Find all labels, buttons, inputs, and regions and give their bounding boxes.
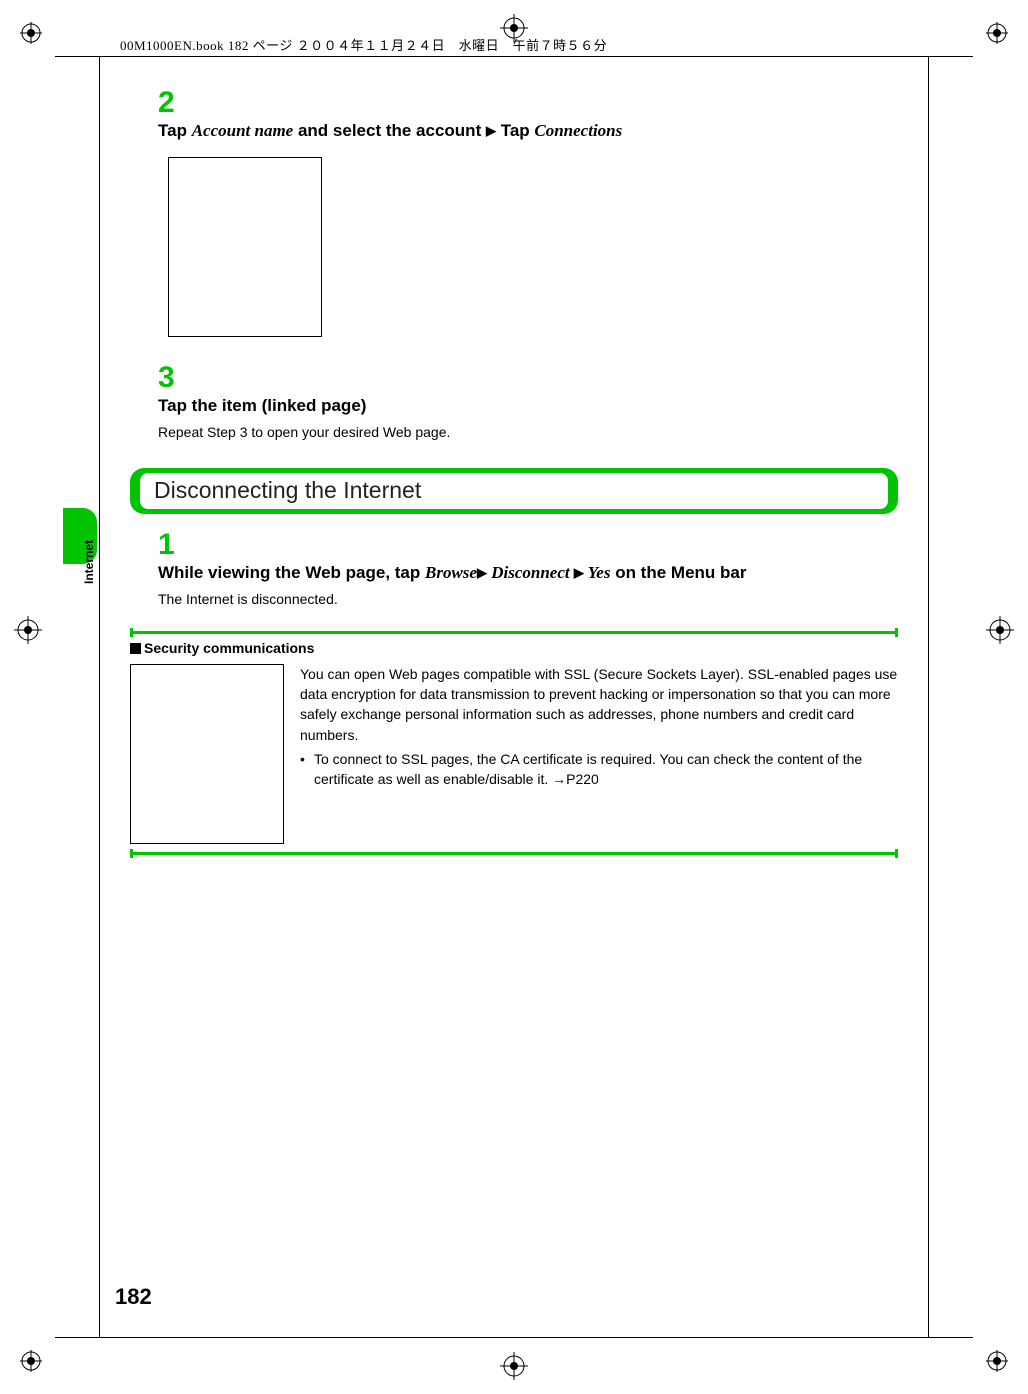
text-italic: Browse bbox=[425, 563, 477, 582]
step-heading: While viewing the Web page, tap Browse▶ … bbox=[158, 562, 856, 585]
text: on the Menu bar bbox=[610, 563, 746, 582]
step-body: Repeat Step 3 to open your desired Web p… bbox=[158, 424, 856, 440]
triangle-icon: ▶ bbox=[477, 565, 487, 580]
step-3: 3 Tap the item (linked page) Repeat Step… bbox=[158, 361, 898, 440]
screenshot-placeholder bbox=[130, 664, 284, 844]
registration-mark-icon bbox=[986, 22, 1008, 44]
paragraph: You can open Web pages compatible with S… bbox=[300, 664, 898, 745]
section-header: Disconnecting the Internet bbox=[130, 468, 898, 514]
section-title: Disconnecting the Internet bbox=[154, 477, 421, 504]
step-number: 3 bbox=[158, 361, 196, 395]
text: and select the account bbox=[293, 121, 486, 140]
center-registration-icon bbox=[500, 1352, 528, 1380]
square-icon bbox=[130, 643, 141, 654]
content: 2 Tap Account name and select the accoun… bbox=[130, 86, 898, 1294]
crop-line bbox=[928, 56, 929, 1338]
triangle-icon: ▶ bbox=[486, 123, 496, 138]
crop-line bbox=[55, 1337, 973, 1338]
step-body: The Internet is disconnected. bbox=[158, 591, 856, 607]
crop-header-label: 00M1000EN.book 182 ページ ２００４年１１月２４日 水曜日 午… bbox=[120, 35, 607, 54]
text-italic: Connections bbox=[534, 121, 622, 140]
registration-mark-icon bbox=[20, 1350, 42, 1372]
text: Tap bbox=[496, 121, 534, 140]
step-number: 2 bbox=[158, 86, 196, 120]
bullet-text: To connect to SSL pages, the CA certific… bbox=[314, 749, 898, 790]
text: While viewing the Web page, tap bbox=[158, 563, 425, 582]
triangle-icon: ▶ bbox=[574, 565, 584, 580]
registration-mark-icon bbox=[20, 22, 42, 44]
registration-mark-icon bbox=[986, 1350, 1008, 1372]
step-2: 2 Tap Account name and select the accoun… bbox=[158, 86, 898, 143]
center-registration-icon bbox=[14, 616, 42, 644]
subsection-security: Security communications You can open Web… bbox=[130, 631, 898, 855]
page: 00M1000EN.book 182 ページ ２００４年１１月２４日 水曜日 午… bbox=[0, 0, 1028, 1394]
bullet-icon: • bbox=[300, 749, 314, 790]
page-number: 182 bbox=[115, 1284, 152, 1310]
text-italic: Account name bbox=[192, 121, 294, 140]
divider bbox=[130, 631, 898, 634]
text-italic: Disconnect bbox=[487, 563, 574, 582]
step-number: 1 bbox=[158, 528, 196, 562]
side-tab-label: Internet bbox=[82, 540, 96, 584]
center-registration-icon bbox=[986, 616, 1014, 644]
crop-line bbox=[55, 56, 973, 57]
screenshot-placeholder bbox=[168, 157, 322, 337]
subsection-title: Security communications bbox=[130, 640, 898, 656]
security-text: You can open Web pages compatible with S… bbox=[300, 664, 898, 844]
step-1: 1 While viewing the Web page, tap Browse… bbox=[158, 528, 898, 607]
crop-line bbox=[99, 56, 100, 1338]
text: Tap bbox=[158, 121, 192, 140]
subsection-title-text: Security communications bbox=[144, 640, 314, 656]
divider bbox=[130, 852, 898, 855]
step-heading: Tap Account name and select the account … bbox=[158, 121, 622, 140]
step-heading: Tap the item (linked page) bbox=[158, 395, 856, 418]
text-italic: Yes bbox=[584, 563, 611, 582]
